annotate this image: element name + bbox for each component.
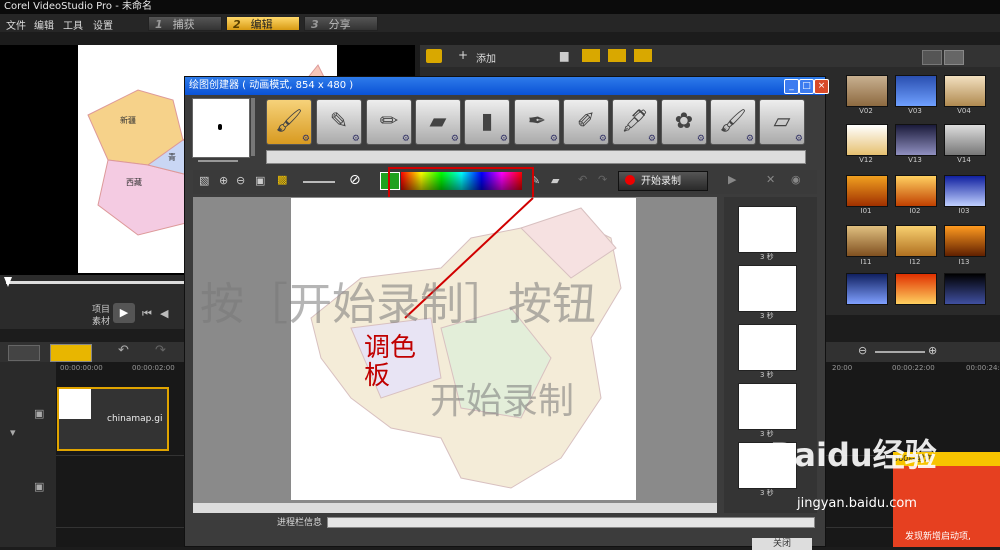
palette-annotation-label: 调色板 [364,333,417,391]
baidu-watermark-url: jingyan.baidu.com [797,496,917,511]
baidu-watermark: Baidu经验 [770,436,937,474]
notification-text[interactable]: 发现新增启动项, [905,529,971,542]
canvas-overlay-text: 开始录制 [430,381,575,422]
instruction-overlay: 按［开始录制］按钮 [200,279,596,330]
